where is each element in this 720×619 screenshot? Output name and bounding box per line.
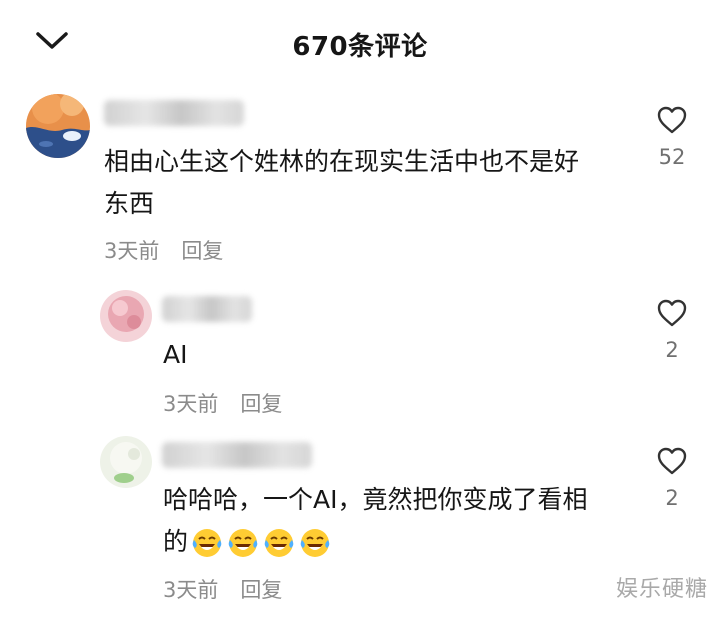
comment-text: AI <box>163 340 188 369</box>
comment-time: 3天前 <box>163 578 219 602</box>
watermark: 娱乐硬糖 <box>615 577 708 602</box>
comment-meta: 3天前 回复 <box>104 235 245 265</box>
comment-time: 3天前 <box>104 239 160 263</box>
tears-of-joy-emoji <box>300 529 330 557</box>
username-redacted <box>162 442 312 468</box>
reply-button[interactable]: 回复 <box>240 392 282 416</box>
comment-time: 3天前 <box>163 392 219 416</box>
comment-meta: 3天前 回复 <box>163 388 304 418</box>
like-column: 2 <box>650 298 694 362</box>
reply-button[interactable]: 回复 <box>240 578 282 602</box>
like-count: 2 <box>665 338 679 362</box>
tears-of-joy-emoji <box>264 529 294 557</box>
reply-button[interactable]: 回复 <box>181 239 223 263</box>
comments-header: 670条评论 <box>0 0 720 86</box>
comment-text-line: 东西 <box>104 189 155 218</box>
comment-count-title: 670条评论 <box>292 32 428 62</box>
like-column: 52 <box>650 105 694 169</box>
heart-outline-icon[interactable] <box>656 446 688 476</box>
comment-text-line: 相由心生这个姓林的在现实生活中也不是好 <box>104 147 580 176</box>
comment-text-line: 的 <box>163 521 633 563</box>
comment-text-line: 哈哈哈，一个AI，竟然把你变成了看相 <box>163 485 588 514</box>
heart-outline-icon[interactable] <box>656 298 688 328</box>
like-count: 52 <box>658 145 686 169</box>
avatar[interactable] <box>100 290 152 342</box>
comments-panel: 670条评论 相由心生这个姓林的在现实生活中也不是好 东西 3天前 回复 52 … <box>0 0 720 619</box>
comment-text: 相由心生这个姓林的在现实生活中也不是好 东西 <box>104 141 624 225</box>
tears-of-joy-emoji <box>228 529 258 557</box>
username-redacted <box>162 296 252 322</box>
like-column: 2 <box>650 446 694 510</box>
avatar[interactable] <box>100 436 152 488</box>
comment-text: 哈哈哈，一个AI，竟然把你变成了看相 的 <box>163 479 633 563</box>
comment-text-segment: 的 <box>163 527 189 556</box>
avatar[interactable] <box>26 94 90 158</box>
emoji-group <box>190 526 332 560</box>
comment-meta: 3天前 回复 <box>163 574 304 604</box>
like-count: 2 <box>665 486 679 510</box>
heart-outline-icon[interactable] <box>656 105 688 135</box>
tears-of-joy-emoji <box>192 529 222 557</box>
username-redacted <box>104 100 244 126</box>
